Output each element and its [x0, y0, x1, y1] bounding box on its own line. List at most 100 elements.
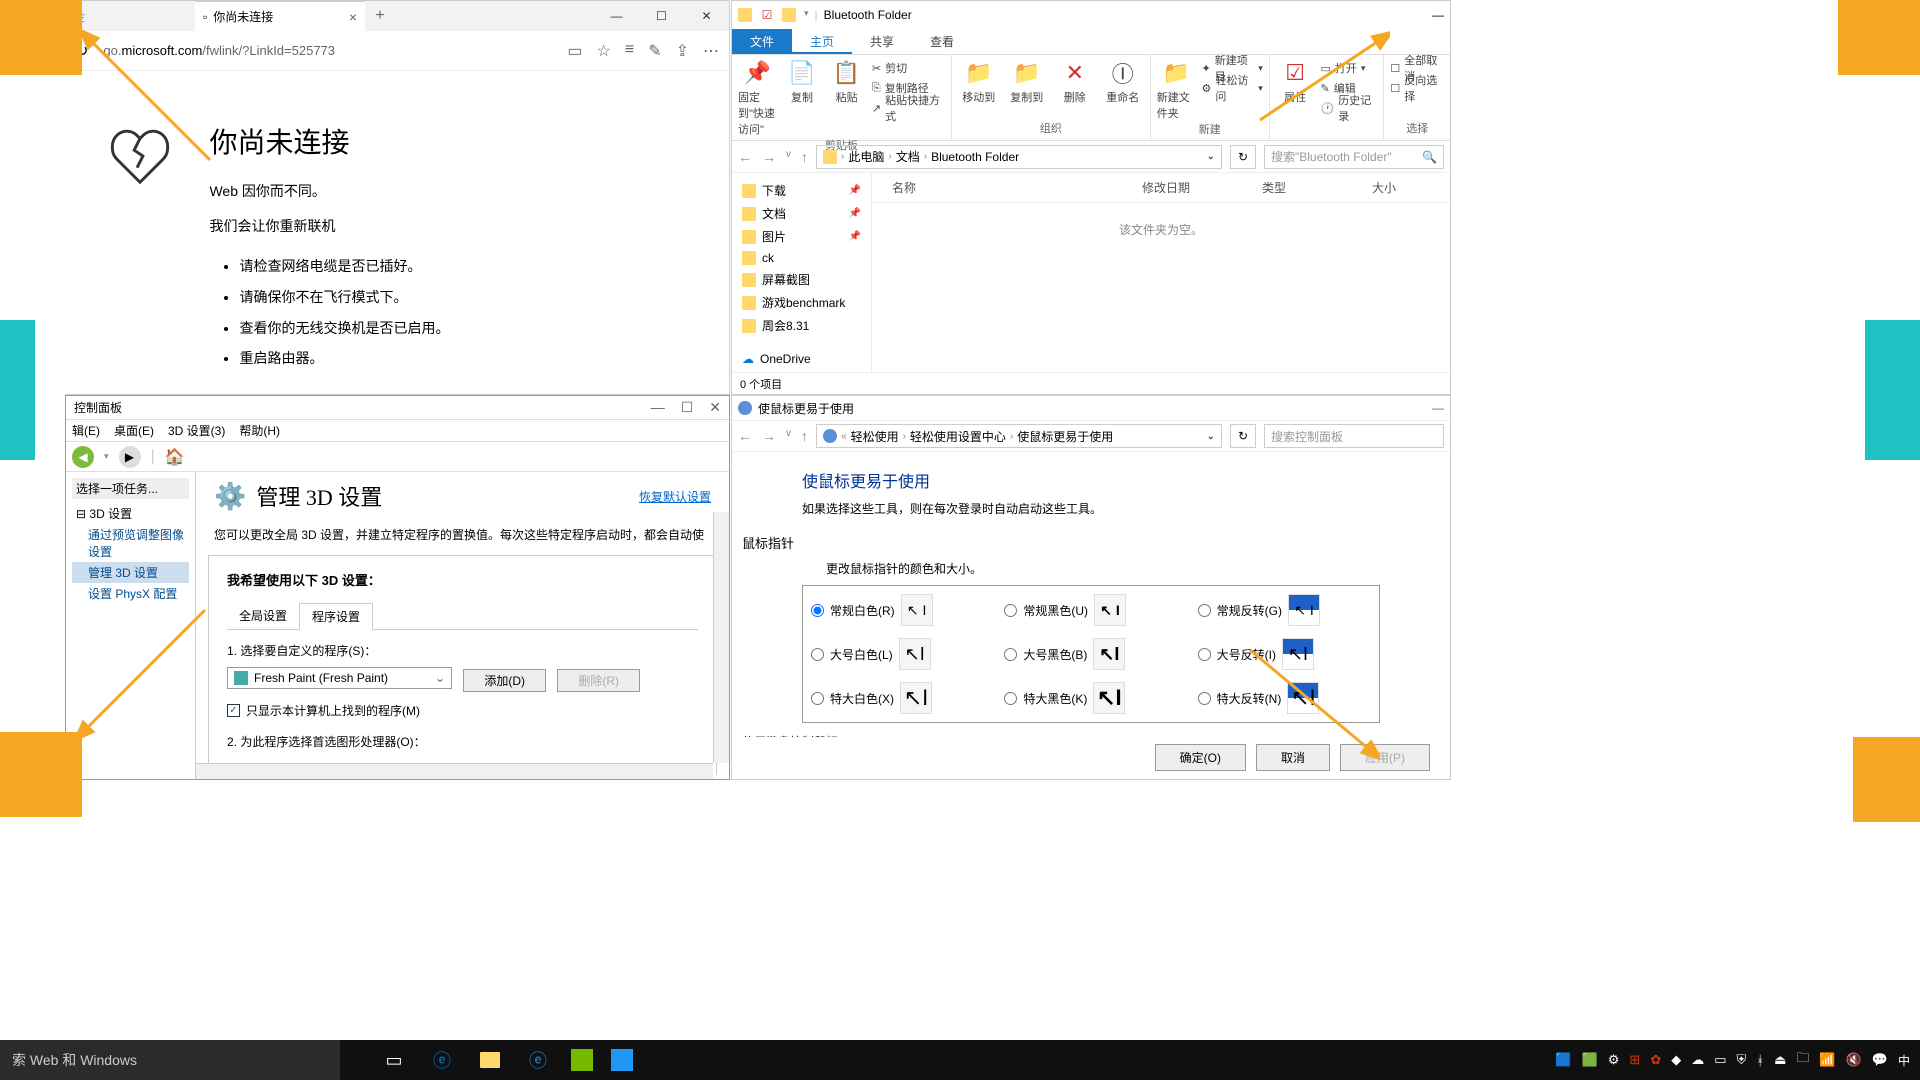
search-box[interactable]: 搜索控制面板 [1264, 424, 1444, 448]
pointer-option[interactable]: 大号黑色(B)↖I [1004, 638, 1177, 670]
back-button[interactable]: ← [738, 149, 752, 165]
breadcrumb-item[interactable]: 文档 [896, 148, 920, 165]
ime-indicator[interactable]: 中 [1898, 1052, 1910, 1069]
share-icon[interactable]: ⇪ [676, 41, 689, 61]
breadcrumb-item[interactable]: 此电脑 [848, 148, 884, 165]
ok-button[interactable]: 确定(O) [1155, 744, 1246, 771]
maximize-button[interactable]: ☐ [639, 1, 684, 31]
scrollbar-vertical[interactable] [713, 512, 729, 763]
radio-input[interactable] [1198, 604, 1211, 617]
tray-icon[interactable]: ☁ [1691, 1052, 1704, 1068]
tree-item[interactable]: 文档📌 [736, 202, 867, 225]
checkbox-row[interactable]: ✓ 只显示本计算机上找到的程序(M) [227, 702, 698, 719]
ribbon-tab-view[interactable]: 查看 [912, 29, 972, 54]
breadcrumb-item[interactable]: 轻松使用 [851, 428, 899, 445]
ie-taskbar-icon[interactable]: ⓔ [514, 1040, 562, 1080]
refresh-button[interactable]: ↻ [1230, 145, 1256, 169]
column-header[interactable]: 名称 [892, 179, 1142, 196]
scrollbar-horizontal[interactable] [196, 763, 713, 779]
maximize-button[interactable]: ☐ [681, 399, 694, 416]
radio-input[interactable] [1004, 692, 1017, 705]
paste-button[interactable]: 📋粘贴 [827, 59, 866, 105]
newfolder-button[interactable]: 📁新建文件夹 [1157, 59, 1196, 121]
home-button[interactable]: 🏠 [165, 447, 185, 467]
menu-help[interactable]: 帮助(H) [239, 422, 280, 439]
task-view-button[interactable]: ▭ [370, 1040, 418, 1080]
more-icon[interactable]: ⋯ [703, 41, 719, 61]
radio-input[interactable] [1004, 604, 1017, 617]
action-center-icon[interactable]: 💬 [1872, 1052, 1888, 1068]
recent-dropdown[interactable]: v [786, 149, 791, 165]
close-button[interactable]: ✕ [684, 1, 729, 31]
reading-view-icon[interactable]: ▭ [567, 41, 582, 61]
breadcrumb[interactable]: « 轻松使用› 轻松使用设置中心› 使鼠标更易于使用 ⌄ [816, 424, 1222, 448]
menu-desktop[interactable]: 桌面(E) [114, 422, 154, 439]
up-button[interactable]: ↑ [801, 428, 808, 444]
tree-item[interactable]: 周会8.31 [736, 314, 867, 337]
properties-qat-icon[interactable]: ☑ [760, 8, 774, 22]
up-button[interactable]: ↑ [801, 149, 808, 165]
minimize-button[interactable]: — [1432, 8, 1444, 22]
invertsel-button[interactable]: ☐反向选择 [1390, 79, 1444, 97]
refresh-button[interactable]: ↻ [1230, 424, 1256, 448]
tree-item[interactable]: ☁OneDrive [736, 349, 867, 369]
tree-item[interactable]: 通过预览调整图像设置 [72, 524, 189, 562]
minimize-button[interactable]: — [594, 1, 639, 31]
path-dropdown-icon[interactable]: ⌄ [1207, 431, 1215, 442]
new-folder-qat-icon[interactable] [782, 8, 796, 22]
ribbon-tab-share[interactable]: 共享 [852, 29, 912, 54]
close-button[interactable]: ✕ [709, 399, 721, 416]
forward-button[interactable]: → [762, 149, 776, 165]
browser-tab-inactive[interactable]: 金 [65, 1, 195, 31]
radio-input[interactable] [1198, 648, 1211, 661]
back-button[interactable]: ◀ [72, 446, 94, 468]
menu-3d[interactable]: 3D 设置(3) [168, 422, 225, 439]
battery-icon[interactable]: 🗀 [1796, 1049, 1809, 1071]
taskbar-search[interactable]: 索 Web 和 Windows [0, 1040, 340, 1080]
recent-dropdown[interactable]: v [786, 428, 791, 444]
radio-input[interactable] [811, 648, 824, 661]
pointer-option[interactable]: 大号白色(L)↖I [811, 638, 984, 670]
ribbon-tab-file[interactable]: 文件 [732, 29, 792, 54]
hub-icon[interactable]: ≡ [625, 41, 634, 61]
close-tab-icon[interactable]: × [349, 9, 357, 25]
tree-item[interactable]: ck [736, 248, 867, 268]
pointer-option[interactable]: 特大白色(X)↖I [811, 682, 984, 714]
nvidia-taskbar-icon[interactable] [571, 1049, 593, 1071]
webnote-icon[interactable]: ✎ [648, 41, 661, 61]
browser-tab-active[interactable]: ▫ 你尚未连接 × [195, 1, 365, 31]
column-header[interactable]: 修改日期 [1142, 179, 1262, 196]
tray-icon[interactable]: ⏏ [1774, 1052, 1786, 1068]
pointer-option[interactable]: 常规反转(G)↖ I [1198, 594, 1371, 626]
paste-shortcut-button[interactable]: ↗粘贴快捷方式 [872, 99, 945, 117]
tree-item[interactable]: 图片📌 [736, 225, 867, 248]
qat-dropdown-icon[interactable]: ▾ [804, 8, 809, 22]
delete-button[interactable]: 删除(R) [557, 669, 640, 692]
restore-defaults-link[interactable]: 恢复默认设置 [639, 488, 711, 505]
copy-button[interactable]: 📄复制 [783, 59, 822, 105]
edge-taskbar-icon[interactable]: ⓔ [418, 1040, 466, 1080]
rename-button[interactable]: Ⓘ重命名 [1102, 59, 1144, 105]
add-button[interactable]: 添加(D) [463, 669, 546, 692]
radio-input[interactable] [811, 692, 824, 705]
forward-button[interactable]: → [762, 428, 776, 444]
tray-icon[interactable]: ✿ [1650, 1052, 1661, 1068]
forward-button[interactable]: ▶ [119, 446, 141, 468]
tray-icon[interactable]: ⊞ [1629, 1052, 1640, 1068]
tree-item[interactable]: 下载📌 [736, 179, 867, 202]
tree-item[interactable]: 游戏benchmark [736, 291, 867, 314]
delete-button[interactable]: ✕删除 [1054, 59, 1096, 105]
column-header[interactable]: 类型 [1262, 179, 1372, 196]
tray-icon[interactable]: ▭ [1714, 1052, 1726, 1068]
pointer-option[interactable]: 常规黑色(U)↖ I [1004, 594, 1177, 626]
breadcrumb-item[interactable]: 使鼠标更易于使用 [1017, 428, 1113, 445]
tree-item[interactable]: ⊟ 3D 设置 [72, 503, 189, 524]
column-header[interactable]: 大小 [1372, 179, 1396, 196]
program-select[interactable]: Fresh Paint (Fresh Paint) ⌄ [227, 667, 452, 689]
new-tab-button[interactable]: + [365, 7, 395, 25]
breadcrumb-item[interactable]: 轻松使用设置中心 [910, 428, 1006, 445]
back-button[interactable]: ← [738, 428, 752, 444]
tray-icon[interactable]: ⛨ [1737, 1052, 1747, 1068]
cut-button[interactable]: ✂剪切 [872, 59, 945, 77]
radio-input[interactable] [811, 604, 824, 617]
